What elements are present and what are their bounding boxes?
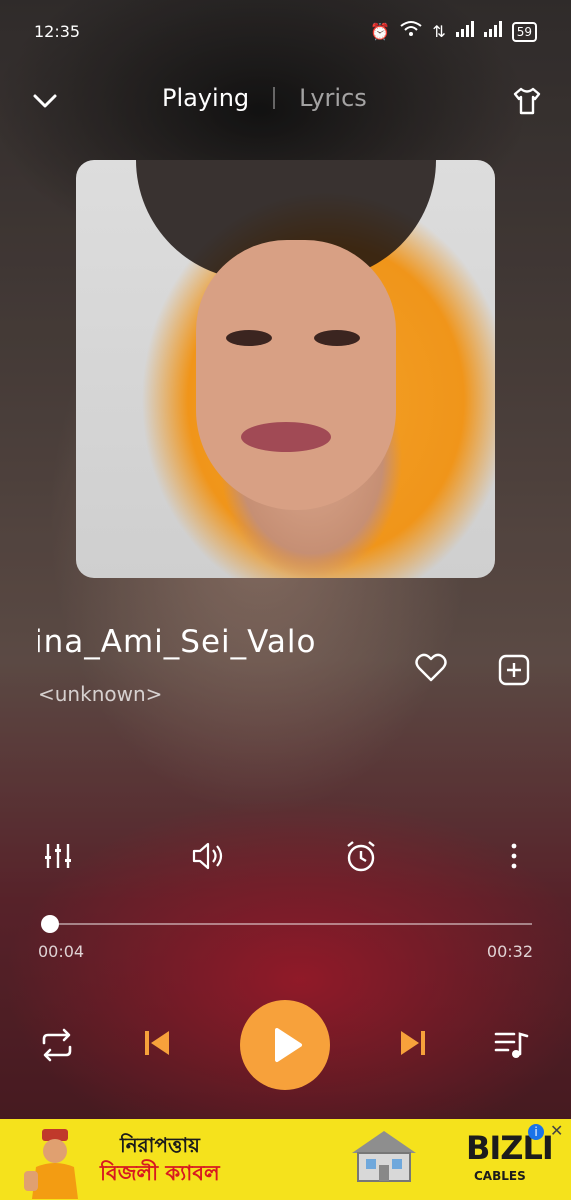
album-art xyxy=(76,160,495,578)
ad-info-icon[interactable]: i xyxy=(528,1124,544,1140)
seek-bar[interactable] xyxy=(36,914,532,934)
tab-divider xyxy=(273,87,276,109)
seek-thumb[interactable] xyxy=(40,915,59,933)
ad-line-2: বিজলী ক্যাবল xyxy=(100,1161,220,1185)
status-bar: 12:35 ⏰ ⇅ 59 xyxy=(0,18,571,48)
status-time: 12:35 xyxy=(34,22,81,41)
play-button[interactable] xyxy=(240,1000,330,1090)
ad-banner[interactable]: নিরাপত্তায় বিজলী ক্যাবল BIZLI CABLES i … xyxy=(0,1119,571,1200)
close-icon[interactable]: ✕ xyxy=(550,1121,563,1140)
player-tabs: Playing Lyrics xyxy=(162,84,367,112)
signal-icon-2 xyxy=(483,21,502,42)
ad-product-image xyxy=(344,1123,424,1189)
tshirt-icon[interactable] xyxy=(511,86,543,116)
heart-icon[interactable] xyxy=(414,651,448,685)
song-artist: <unknown> xyxy=(38,682,163,706)
tab-playing[interactable]: Playing xyxy=(162,84,249,112)
seek-track xyxy=(44,923,532,925)
ad-brand-sub: CABLES xyxy=(474,1169,526,1183)
player-tools xyxy=(0,838,571,878)
data-icon: ⇅ xyxy=(432,21,446,41)
skip-next-icon[interactable] xyxy=(398,1028,428,1062)
add-playlist-icon[interactable] xyxy=(497,653,531,687)
battery-icon: 59 xyxy=(511,21,537,42)
alarm-icon: ⏰ xyxy=(370,21,391,41)
status-icons: ⏰ ⇅ 59 xyxy=(370,20,537,43)
player-top-bar: Playing Lyrics xyxy=(0,78,571,124)
ad-mascot xyxy=(20,1127,90,1199)
queue-music-icon[interactable] xyxy=(494,1028,530,1064)
song-title: ina_Ami_Sei_Valo xyxy=(38,624,317,660)
more-vertical-icon[interactable] xyxy=(496,838,532,874)
play-icon xyxy=(275,1028,302,1062)
tab-lyrics[interactable]: Lyrics xyxy=(299,84,367,112)
signal-icon xyxy=(455,21,474,42)
now-playing-screen: 12:35 ⏰ ⇅ 59 Playing Lyrics ina_Ami_Sei_… xyxy=(0,0,571,1200)
equalizer-icon[interactable] xyxy=(40,838,76,874)
speaker-icon[interactable] xyxy=(190,838,226,874)
current-time: 00:04 xyxy=(38,942,85,961)
playback-controls xyxy=(0,998,571,1094)
wifi-icon xyxy=(400,20,422,43)
total-time: 00:32 xyxy=(486,942,533,961)
repeat-icon[interactable] xyxy=(38,1028,76,1066)
skip-previous-icon[interactable] xyxy=(142,1028,172,1062)
chevron-down-icon[interactable] xyxy=(30,86,60,116)
alarm-clock-icon[interactable] xyxy=(343,838,379,874)
